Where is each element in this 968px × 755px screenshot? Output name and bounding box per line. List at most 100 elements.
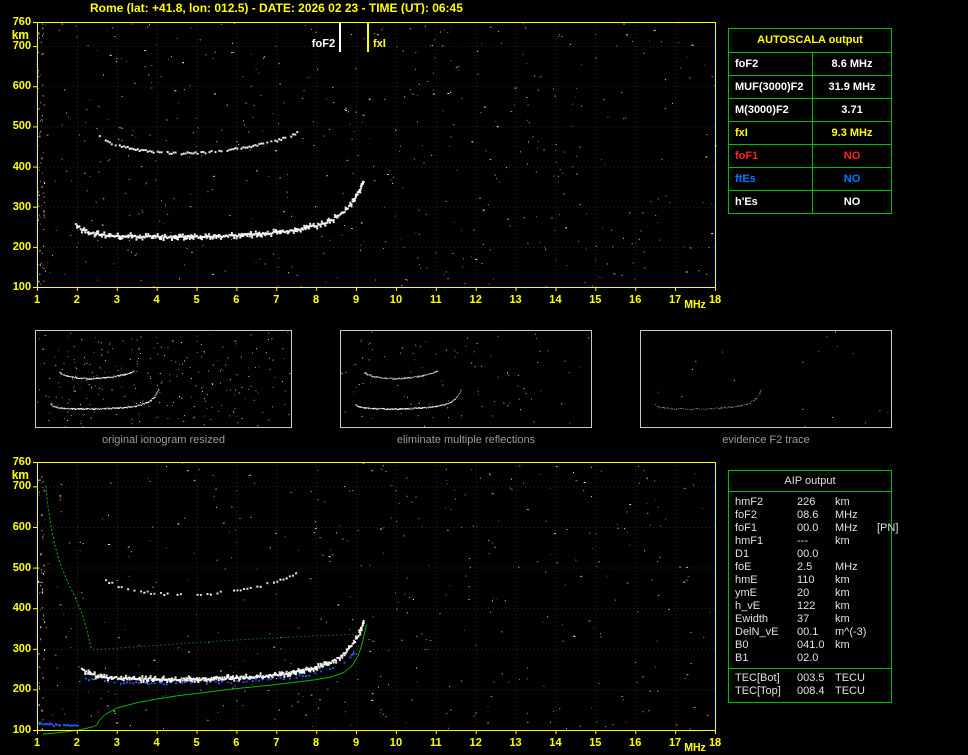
table-row: B102.0 — [729, 652, 891, 665]
aip-row-label: h_vE — [735, 600, 797, 613]
table-row: hmE110km — [729, 574, 891, 587]
table-row: DelN_vE00.1m^(-3) — [729, 626, 891, 639]
tec-row-unit: TECU — [835, 685, 877, 698]
aip-row-extra — [877, 496, 891, 509]
table-row: hmF2226km — [729, 496, 891, 509]
aip-row-value: --- — [797, 535, 835, 548]
table-row: ftEsNO — [729, 168, 891, 191]
table-row: TEC[Top]008.4TECU — [729, 685, 891, 698]
autoscala-row-value: 9.3 MHz — [813, 122, 891, 144]
aip-row-extra — [877, 613, 891, 626]
bottom-ionogram-profile-canvas — [0, 454, 726, 754]
aip-row-unit: km — [835, 496, 877, 509]
aip-row-extra — [877, 652, 891, 665]
autoscala-row-label: M(3000)F2 — [729, 99, 813, 121]
autoscala-row-label: foF2 — [729, 53, 813, 75]
aip-row-value: 20 — [797, 587, 835, 600]
table-row: Ewidth37km — [729, 613, 891, 626]
aip-row-unit: km — [835, 600, 877, 613]
aip-row-unit: km — [835, 639, 877, 652]
aip-row-unit: km — [835, 574, 877, 587]
autoscala-row-value: 31.9 MHz — [813, 76, 891, 98]
aip-row-label: B0 — [735, 639, 797, 652]
aip-table: AIP output hmF2226km foF208.6MHz foF100.… — [728, 470, 892, 703]
autoscala-row-value: NO — [813, 191, 891, 213]
autoscala-row-label: ftEs — [729, 168, 813, 190]
aip-row-label: Ewidth — [735, 613, 797, 626]
table-row: foE2.5MHz — [729, 561, 891, 574]
thumbnail-f2-trace-evidence — [640, 330, 892, 428]
page-title: Rome (lat: +41.8, lon: 012.5) - DATE: 20… — [90, 1, 463, 15]
aip-row-label: hmF2 — [735, 496, 797, 509]
autoscala-row-value: 8.6 MHz — [813, 53, 891, 75]
aip-row-value: 37 — [797, 613, 835, 626]
table-row: h_vE122km — [729, 600, 891, 613]
aip-row-extra — [877, 639, 891, 652]
autoscala-table-title: AUTOSCALA output — [729, 29, 891, 53]
autoscala-row-label: fxI — [729, 122, 813, 144]
aip-row-value: 02.0 — [797, 652, 835, 665]
autoscala-table: AUTOSCALA output foF28.6 MHz MUF(3000)F2… — [728, 28, 892, 214]
aip-row-value: 122 — [797, 600, 835, 613]
aip-row-unit: m^(-3) — [835, 626, 877, 639]
autoscala-output-screen: Rome (lat: +41.8, lon: 012.5) - DATE: 20… — [0, 0, 968, 755]
aip-row-label: ymE — [735, 587, 797, 600]
thumbnail-caption: evidence F2 trace — [640, 434, 892, 446]
table-row: foF100.0MHz[PN] — [729, 522, 891, 535]
table-row: ymE20km — [729, 587, 891, 600]
aip-row-label: DelN_vE — [735, 626, 797, 639]
aip-row-value: 110 — [797, 574, 835, 587]
aip-row-label: hmE — [735, 574, 797, 587]
tec-row-unit: TECU — [835, 672, 877, 685]
autoscala-row-value: 3.71 — [813, 99, 891, 121]
autoscala-row-label: MUF(3000)F2 — [729, 76, 813, 98]
thumbnail-original-ionogram — [35, 330, 292, 428]
aip-row-label: foF2 — [735, 509, 797, 522]
top-ionogram-canvas — [0, 14, 726, 316]
aip-row-extra — [877, 548, 891, 561]
table-row: D100.0 — [729, 548, 891, 561]
aip-row-extra — [877, 561, 891, 574]
aip-row-unit — [835, 652, 877, 665]
aip-row-label: hmF1 — [735, 535, 797, 548]
aip-row-label: B1 — [735, 652, 797, 665]
tec-row-value: 003.5 — [797, 672, 835, 685]
aip-row-unit: km — [835, 613, 877, 626]
aip-row-extra — [877, 626, 891, 639]
aip-row-value: 00.0 — [797, 548, 835, 561]
aip-row-extra — [877, 535, 891, 548]
aip-row-extra — [877, 600, 891, 613]
tec-divider — [729, 668, 891, 669]
aip-row-unit: MHz — [835, 509, 877, 522]
table-row: TEC[Bot]003.5TECU — [729, 672, 891, 685]
table-row: M(3000)F23.71 — [729, 99, 891, 122]
aip-row-unit: MHz — [835, 522, 877, 535]
aip-row-value: 041.0 — [797, 639, 835, 652]
aip-row-unit: km — [835, 587, 877, 600]
aip-row-unit: MHz — [835, 561, 877, 574]
aip-row-label: foF1 — [735, 522, 797, 535]
table-row: foF1NO — [729, 145, 891, 168]
aip-row-extra — [877, 574, 891, 587]
aip-row-value: 00.0 — [797, 522, 835, 535]
aip-row-value: 08.6 — [797, 509, 835, 522]
autoscala-row-label: foF1 — [729, 145, 813, 167]
table-row: foF28.6 MHz — [729, 53, 891, 76]
aip-row-extra — [877, 587, 891, 600]
table-row: hmF1---km — [729, 535, 891, 548]
autoscala-row-value: NO — [813, 145, 891, 167]
table-row: fxI9.3 MHz — [729, 122, 891, 145]
aip-row-unit — [835, 548, 877, 561]
thumbnail-multiple-reflections-removed — [340, 330, 592, 428]
aip-row-extra — [877, 509, 891, 522]
aip-row-label: foE — [735, 561, 797, 574]
autoscala-row-label: h'Es — [729, 191, 813, 213]
autoscala-row-value: NO — [813, 168, 891, 190]
thumbnail-caption: original ionogram resized — [35, 434, 292, 446]
tec-row-value: 008.4 — [797, 685, 835, 698]
aip-table-title: AIP output — [729, 471, 891, 492]
table-row: h'EsNO — [729, 191, 891, 213]
thumbnail-caption: eliminate multiple reflections — [340, 434, 592, 446]
aip-row-value: 226 — [797, 496, 835, 509]
table-row: foF208.6MHz — [729, 509, 891, 522]
